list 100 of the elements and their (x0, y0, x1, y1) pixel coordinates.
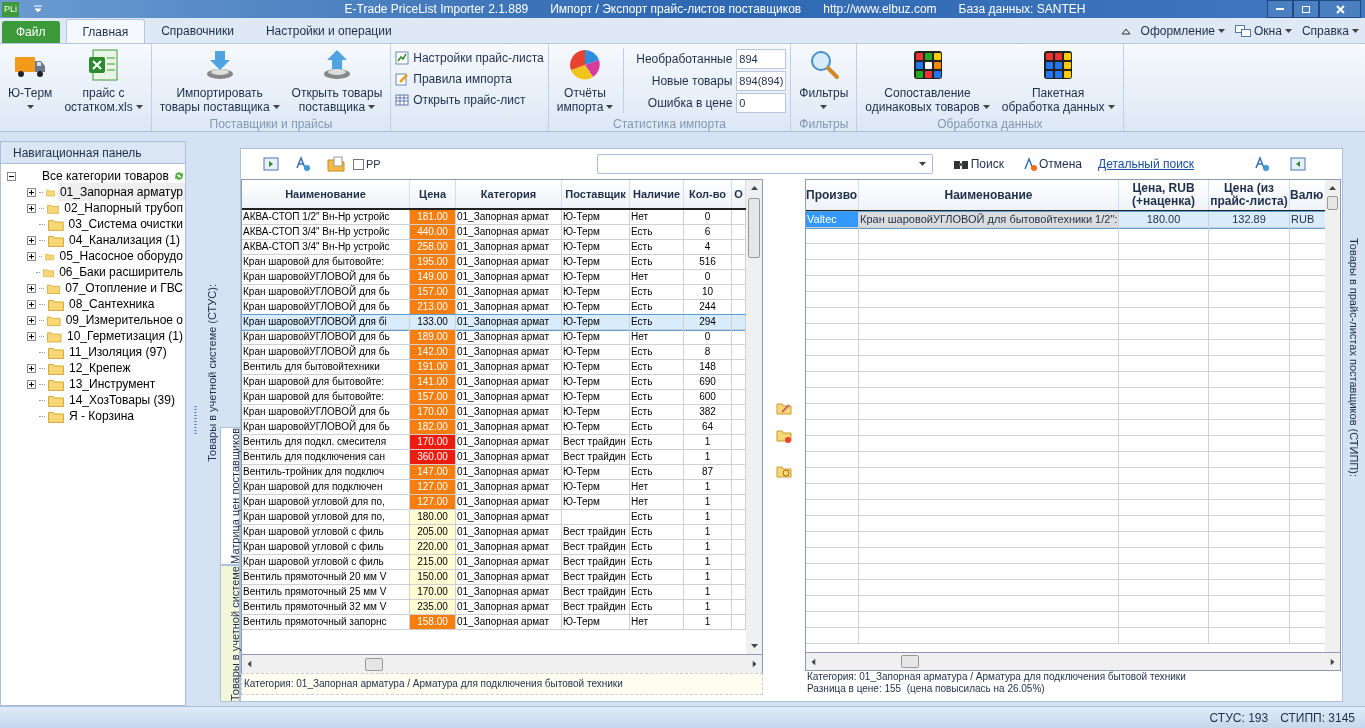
table-row[interactable]: Кран шаровой угловой для по, 180.00 01_Запорная армат Есть 1 (242, 510, 746, 525)
table-row[interactable]: Valtec Кран шаровойУГЛОВОЙ для бытовойтехники 1/2": 180.00 132.89 RUB (806, 212, 1325, 228)
table-row[interactable]: Кран шаровой угловой с филь 215.00 01_Запорная армат Вест трайдин Есть 1 (242, 555, 746, 570)
tree-item[interactable]: Все категории товаров (42, 167, 169, 185)
table-row[interactable]: Кран шаровойУГЛОВОЙ для бь 170.00 01_Запорная армат Ю-Терм Есть 382 (242, 405, 746, 420)
table-row[interactable]: Кран шаровой для бытовойте: 141.00 01_Запорная армат Ю-Терм Есть 690 (242, 375, 746, 390)
table-row[interactable]: Вентиль для подкл. смесителя 170.00 01_Запорная армат Вест трайдин Есть 1 (242, 435, 746, 450)
ribbon-button[interactable]: Пакетная обработка данных (997, 48, 1119, 114)
expand-toggle[interactable] (27, 235, 36, 245)
tree-item[interactable]: 07_Отопление и ГВС (63, 279, 185, 297)
table-row[interactable]: Вентиль прямоточный 20 мм V 150.00 01_Запорная армат Вест трайдин Есть 1 (242, 570, 746, 585)
ribbon-button[interactable]: прайс с остатком.xls (60, 48, 147, 114)
folder-search-icon[interactable] (776, 465, 792, 479)
table-row[interactable]: Кран шаровой угловой для по, 127.00 01_Запорная армат Ю-Терм Нет 1 (242, 495, 746, 510)
ribbon-tab[interactable]: Главная (65, 19, 146, 43)
font-icon[interactable] (1254, 156, 1271, 172)
ribbon-button[interactable]: Открыть товары поставщика (287, 48, 387, 114)
collapse-icon[interactable] (1120, 27, 1131, 35)
side-tab[interactable]: Матрица цен поставщиков (220, 427, 240, 565)
ribbon-button[interactable]: Сопоставление одинаковых товаров (861, 48, 994, 114)
ribbon-button[interactable]: Ю-Терм (4, 48, 57, 109)
expand-toggle[interactable] (27, 299, 36, 309)
column-header[interactable]: Цена (410, 180, 456, 208)
expand-toggle[interactable] (27, 283, 36, 293)
vertical-scrollbar[interactable] (1325, 180, 1340, 652)
expand-toggle[interactable] (27, 331, 36, 341)
tree-item[interactable]: 03_Система очистки (66, 215, 185, 233)
table-row[interactable]: АКВА-СТОП 1/2" Вн-Нр устройс 181.00 01_Запорная армат Ю-Терм Нет 0 (242, 210, 746, 225)
scroll-thumb[interactable] (748, 198, 760, 258)
table-row[interactable]: Кран шаровой угловой с филь 205.00 01_Запорная армат Вест трайдин Есть 1 (242, 525, 746, 540)
horizontal-scrollbar[interactable] (241, 655, 763, 673)
table-row[interactable]: АКВА-СТОП 3/4" Вн-Нр устройс 258.00 01_Запорная армат Ю-Терм Есть 4 (242, 240, 746, 255)
table-row[interactable]: Кран шаровойУГЛОВОЙ для бь 189.00 01_Запорная армат Ю-Терм Нет 0 (242, 330, 746, 345)
table-row[interactable]: Кран шаровой угловой с филь 220.00 01_Запорная армат Вест трайдин Есть 1 (242, 540, 746, 555)
tree-item[interactable]: 11_Изоляция (97) (67, 343, 169, 361)
minimize-button[interactable] (1267, 0, 1293, 18)
file-tab[interactable]: Файл (2, 21, 60, 43)
column-header[interactable]: Наименование (859, 180, 1119, 210)
table-row[interactable]: Кран шаровой для бытовойте: 157.00 01_Запорная армат Ю-Терм Есть 600 (242, 390, 746, 405)
tree-item[interactable]: 05_Насосное оборудо (57, 247, 185, 265)
ribbon-tab[interactable]: Справочники (145, 19, 250, 43)
tree-item[interactable]: 12_Крепеж (67, 359, 133, 377)
scroll-thumb[interactable] (1327, 196, 1338, 210)
scroll-thumb[interactable] (365, 657, 383, 671)
column-header[interactable]: Наличие (630, 180, 684, 208)
tree-item[interactable]: 06_Баки расширитель (57, 263, 185, 281)
scroll-thumb[interactable] (901, 655, 919, 668)
folder-icon[interactable] (327, 156, 345, 172)
ribbon-tab[interactable]: Настройки и операции (249, 19, 408, 43)
tree-item[interactable]: 10_Герметизация (1) (64, 327, 185, 345)
column-header[interactable]: Произво (806, 180, 859, 210)
table-row[interactable]: Кран шаровойУГЛОВОЙ для бь 182.00 01_Запорная армат Ю-Терм Есть 64 (242, 420, 746, 435)
close-button[interactable] (1319, 0, 1361, 18)
column-header[interactable]: Кол-во (684, 180, 732, 208)
menu-button[interactable]: Окна (1235, 22, 1292, 40)
ribbon-button[interactable]: Фильтры (795, 48, 853, 109)
ribbon-button[interactable]: Отчёты импорта (552, 48, 618, 114)
collapse-toggle[interactable] (7, 171, 16, 181)
ribbon-button[interactable]: Импортировать товары поставщика (155, 48, 284, 114)
ribbon-small-button[interactable]: Настройки прайс-листа (395, 49, 544, 67)
table-row[interactable]: Кран шаровойУГЛОВОЙ для бь 149.00 01_Запорная армат Ю-Терм Нет 0 (242, 270, 746, 285)
expand-toggle[interactable] (27, 187, 36, 197)
side-tab[interactable]: Товары в учетной системе (220, 564, 240, 702)
splitter-grip[interactable] (193, 406, 197, 436)
tree-item[interactable]: 04_Канализация (1) (67, 231, 182, 249)
table-row[interactable]: Кран шаровой для подключен 127.00 01_Запорная армат Ю-Терм Нет 1 (242, 480, 746, 495)
refresh-icon[interactable] (172, 169, 185, 183)
column-header[interactable]: Цена (из прайс-листа) (1209, 180, 1290, 210)
search-button[interactable]: Поиск (952, 155, 1004, 173)
table-row[interactable]: АКВА-СТОП 3/4" Вн-Нр устройс 440.00 01_Запорная армат Ю-Терм Есть 6 (242, 225, 746, 240)
detailed-search-link[interactable]: Детальный поиск (1098, 155, 1195, 173)
tree-item[interactable]: 02_Напорный трубоп (62, 199, 185, 217)
column-header[interactable]: Наименование (242, 180, 410, 208)
table-row[interactable]: Кран шаровойУГЛОВОЙ для бь 157.00 01_Запорная армат Ю-Терм Есть 10 (242, 285, 746, 300)
table-row[interactable]: Кран шаровойУГЛОВОЙ для бі 133.00 01_Запорная армат Ю-Терм Есть 294 (242, 315, 746, 330)
table-row[interactable]: Вентиль прямоточный 25 мм V 170.00 01_Запорная армат Вест трайдин Есть 1 (242, 585, 746, 600)
tree-item[interactable]: Я - Корзина (67, 407, 137, 425)
folder-remove-icon[interactable] (776, 429, 792, 443)
folder-edit-icon[interactable] (776, 401, 792, 415)
tree-item[interactable]: 09_Измерительное о (63, 311, 185, 329)
expand-toggle[interactable] (27, 315, 36, 325)
table-row[interactable]: Вентиль для подключения сан 360.00 01_Запорная армат Вест трайдин Есть 1 (242, 450, 746, 465)
horizontal-scrollbar[interactable] (805, 653, 1341, 671)
ribbon-small-button[interactable]: Правила импорта (395, 70, 544, 88)
tree-item[interactable]: 08_Сантехника (67, 295, 157, 313)
tree-item[interactable]: 01_Запорная арматур (57, 183, 185, 201)
cancel-button[interactable]: Отмена (1023, 155, 1082, 173)
table-row[interactable]: Кран шаровойУГЛОВОЙ для бь 142.00 01_Запорная армат Ю-Терм Есть 8 (242, 345, 746, 360)
table-row[interactable]: Вентиль прямоточный 32 мм V 235.00 01_Запорная армат Вест трайдин Есть 1 (242, 600, 746, 615)
column-header[interactable]: Категория (456, 180, 562, 208)
expand-toggle[interactable] (27, 251, 36, 261)
column-header[interactable]: Поставщик (562, 180, 630, 208)
menu-button[interactable]: Справка (1301, 22, 1359, 40)
expand-toggle[interactable] (27, 363, 36, 373)
vertical-scrollbar[interactable] (746, 180, 762, 654)
table-row[interactable]: Кран шаровой для бытовойте: 195.00 01_Запорная армат Ю-Терм Есть 516 (242, 255, 746, 270)
column-header[interactable]: Цена, RUB (+наценка) (1119, 180, 1209, 210)
expand-toggle[interactable] (27, 379, 36, 389)
table-row[interactable]: Вентиль для бытовойтехники 191.00 01_Запорная армат Ю-Терм Есть 148 (242, 360, 746, 375)
maximize-button[interactable] (1293, 0, 1319, 18)
